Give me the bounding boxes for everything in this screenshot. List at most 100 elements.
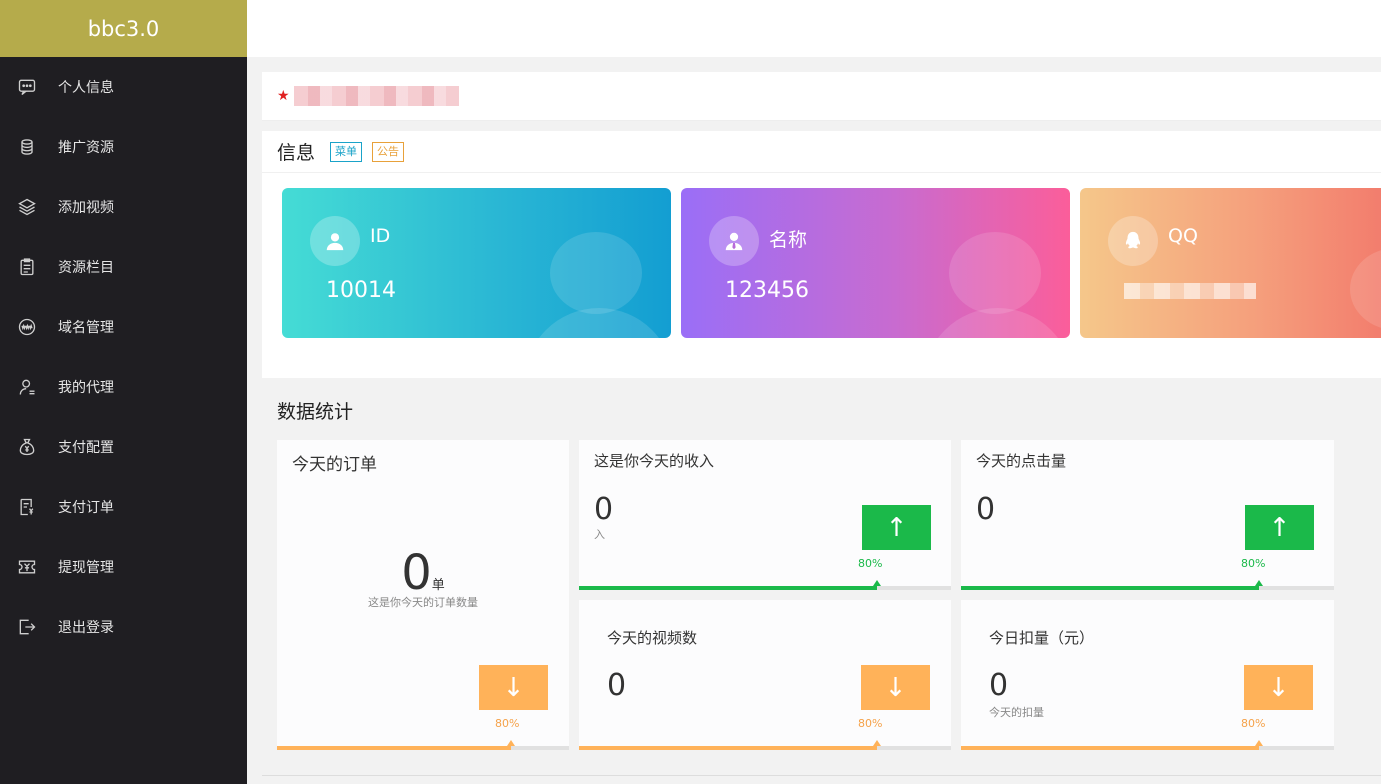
- stat-title: 今天的订单: [292, 455, 377, 475]
- ghost-body-decoration: [524, 308, 671, 338]
- sidebar-item-add-video[interactable]: 添加视频: [0, 177, 247, 237]
- sidebar-item-label: 我的代理: [58, 380, 114, 396]
- progress-fill: [961, 586, 1260, 590]
- sidebar-item-domain[interactable]: 域名管理: [0, 297, 247, 357]
- card-label: 名称: [769, 229, 808, 251]
- trend-up-button[interactable]: ↑: [862, 505, 931, 550]
- info-card-qq: QQ: [1080, 188, 1381, 338]
- progress-fill: [579, 746, 877, 750]
- stat-percent: 80%: [495, 717, 520, 730]
- sidebar-item-resource-category[interactable]: 资源栏目: [0, 237, 247, 297]
- qq-icon: [1108, 216, 1158, 266]
- card-label: ID: [370, 225, 391, 247]
- sidebar-item-label: 支付配置: [58, 440, 114, 456]
- ghost-head-decoration: [1350, 248, 1381, 330]
- stat-percent: 80%: [858, 717, 883, 730]
- logout-icon: [16, 616, 38, 638]
- clipboard-icon: [16, 256, 38, 278]
- top-header: [247, 0, 1381, 57]
- sidebar-item-logout[interactable]: 退出登录: [0, 597, 247, 657]
- message-icon: [16, 76, 38, 98]
- www-icon: [16, 316, 38, 338]
- user-tie-icon: [709, 216, 759, 266]
- ticket-icon: [16, 556, 38, 578]
- stat-percent: 80%: [858, 557, 883, 570]
- progress-track: [579, 740, 951, 750]
- notice-text-redacted: [293, 86, 459, 106]
- sidebar-item-label: 退出登录: [58, 620, 114, 636]
- card-value: 123456: [725, 278, 809, 303]
- sidebar-item-label: 支付订单: [58, 500, 114, 516]
- trend-down-button[interactable]: ↓: [1244, 665, 1313, 710]
- sidebar-item-payment-orders[interactable]: 支付订单: [0, 477, 247, 537]
- stats-title: 数据统计: [277, 401, 354, 423]
- bottom-divider: [262, 775, 1381, 776]
- stat-tile-deduct: 今日扣量（元） 0 今天的扣量 ↓ 80%: [961, 600, 1334, 750]
- info-panel: 信息 菜单 公告 ID 10014 名称 123456 QQ: [262, 131, 1381, 378]
- info-header: 信息 菜单 公告: [262, 131, 1381, 173]
- notice-tag[interactable]: 公告: [372, 141, 405, 162]
- ghost-body-decoration: [923, 308, 1070, 338]
- stat-value: 0: [401, 545, 432, 601]
- stat-value-wrap: 0单: [277, 545, 569, 601]
- stat-percent: 80%: [1241, 717, 1266, 730]
- progress-track: [277, 740, 569, 750]
- sidebar-item-profile[interactable]: 个人信息: [0, 57, 247, 117]
- sidebar-item-label: 提现管理: [58, 560, 114, 576]
- user-icon: [16, 376, 38, 398]
- progress-fill: [277, 746, 511, 750]
- progress-marker: [872, 740, 881, 746]
- progress-track: [579, 580, 951, 590]
- progress-track: [961, 740, 1334, 750]
- progress-fill: [579, 586, 877, 590]
- info-cards: ID 10014 名称 123456 QQ: [282, 188, 1381, 338]
- ghost-head-decoration: [949, 232, 1041, 314]
- ghost-head-decoration: [550, 232, 642, 314]
- stat-value: 0: [976, 492, 996, 527]
- trend-up-button[interactable]: ↑: [1245, 505, 1314, 550]
- user-icon: [310, 216, 360, 266]
- stat-value: 0: [989, 668, 1009, 703]
- money-bag-icon: [16, 436, 38, 458]
- receipt-icon: [16, 496, 38, 518]
- card-label: QQ: [1168, 225, 1198, 247]
- progress-marker: [1255, 580, 1264, 586]
- info-card-name: 名称 123456: [681, 188, 1070, 338]
- sidebar-item-withdraw[interactable]: 提现管理: [0, 537, 247, 597]
- sidebar-item-label: 添加视频: [58, 200, 114, 216]
- progress-fill: [961, 746, 1260, 750]
- database-icon: [16, 136, 38, 158]
- layers-icon: [16, 196, 38, 218]
- stat-tile-income: 这是你今天的收入 0 入 ↑ 80%: [579, 440, 951, 590]
- sidebar-item-label: 域名管理: [58, 320, 114, 336]
- trend-down-button[interactable]: ↓: [861, 665, 930, 710]
- stat-tile-clicks: 今天的点击量 0 ↑ 80%: [961, 440, 1334, 590]
- progress-marker: [1255, 740, 1264, 746]
- star-icon: ★: [277, 88, 290, 104]
- stat-title: 这是你今天的收入: [594, 452, 715, 470]
- sidebar-item-promo-resources[interactable]: 推广资源: [0, 117, 247, 177]
- progress-track: [961, 580, 1334, 590]
- brand-logo[interactable]: bbc3.0: [0, 0, 247, 57]
- stat-subtitle: 今天的扣量: [989, 706, 1044, 719]
- stat-title: 今天的视频数: [607, 629, 698, 647]
- trend-down-button[interactable]: ↓: [479, 665, 548, 710]
- info-card-id: ID 10014: [282, 188, 671, 338]
- stat-value: 0: [607, 668, 627, 703]
- sidebar-item-my-agent[interactable]: 我的代理: [0, 357, 247, 417]
- menu-tag[interactable]: 菜单: [330, 141, 363, 162]
- card-value: 10014: [326, 278, 396, 303]
- sidebar-menu: 个人信息 推广资源 添加视频 资源栏目 域名管理 我的代理 支付配置 支付订单 …: [0, 57, 247, 657]
- sidebar-item-payment-config[interactable]: 支付配置: [0, 417, 247, 477]
- stat-title: 今天的点击量: [976, 452, 1067, 470]
- stat-tile-videos: 今天的视频数 0 ↓ 80%: [579, 600, 951, 750]
- notice-bar: ★: [262, 72, 1381, 121]
- stat-subtitle: 入: [594, 528, 605, 541]
- progress-marker: [872, 580, 881, 586]
- stat-percent: 80%: [1241, 557, 1266, 570]
- stat-title: 今日扣量（元）: [989, 629, 1095, 647]
- stat-value: 0: [594, 492, 614, 527]
- sidebar-item-label: 推广资源: [58, 140, 114, 156]
- progress-marker: [506, 740, 515, 746]
- stat-unit: 单: [431, 578, 445, 593]
